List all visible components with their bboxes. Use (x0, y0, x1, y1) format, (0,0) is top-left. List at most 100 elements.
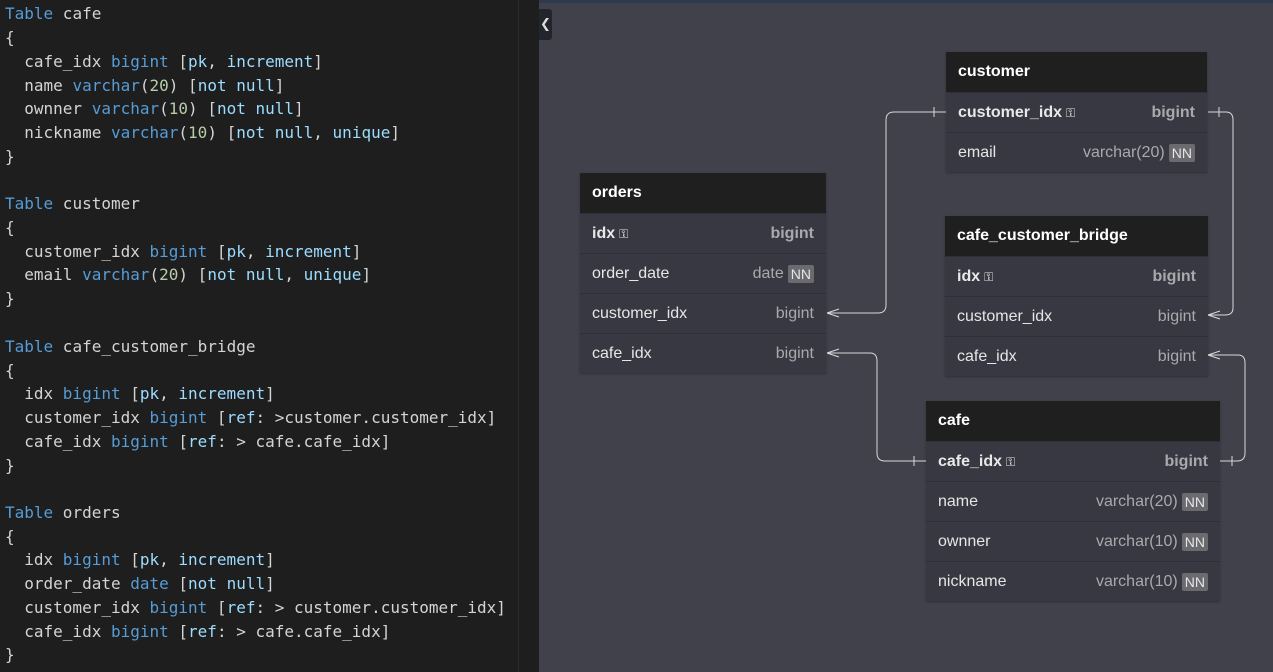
code-token: pk (139, 550, 160, 569)
code-token: , (159, 384, 179, 403)
table-field-row[interactable]: cafe_idx ⚿ bigint (926, 441, 1220, 481)
collapse-editor-button[interactable]: ❮ (539, 9, 552, 40)
field-name-text: email (958, 143, 997, 161)
field-type: bigint (770, 224, 814, 242)
code-token: { (5, 218, 15, 237)
table-header[interactable]: cafe (926, 401, 1220, 441)
code-token: ( (178, 123, 189, 142)
code-token: Table (5, 337, 54, 356)
code-token: not null (197, 76, 275, 95)
code-line[interactable]: customer_idx bigint [ref: > customer.cus… (5, 598, 506, 618)
field-type: date (752, 264, 784, 282)
field-name: customer_idx ⚿ (958, 104, 1151, 122)
field-type: varchar(20) (1082, 143, 1165, 161)
not-null-badge: NN (1181, 532, 1208, 551)
table-field-row[interactable]: idx ⚿ bigint (580, 213, 826, 253)
code-token: bigint (110, 432, 169, 451)
table-header[interactable]: customer (946, 52, 1207, 92)
code-line[interactable]: Table cafe (5, 4, 101, 24)
code-token: not null (216, 99, 295, 118)
code-token: pk (188, 52, 208, 71)
code-line[interactable]: order_date date [not null] (5, 574, 274, 594)
field-name: customer_idx (592, 305, 776, 323)
code-token: ( (139, 76, 150, 95)
code-token: bigint (62, 550, 121, 569)
code-line[interactable]: } (5, 147, 15, 167)
code-line[interactable]: cafe_idx bigint [pk, increment] (5, 52, 323, 72)
code-token: ] (313, 52, 323, 71)
code-token: , (284, 265, 304, 284)
code-token: : > cafe.cafe_idx] (216, 622, 391, 641)
code-line[interactable]: Table customer (5, 194, 140, 214)
code-token: [ (168, 432, 189, 451)
field-type: varchar(10) (1095, 572, 1178, 590)
code-token: { (5, 28, 15, 47)
code-line[interactable]: { (5, 361, 15, 381)
code-token: bigint (62, 384, 121, 403)
table-field-row[interactable]: customer_idx ⚿ bigint (946, 92, 1207, 132)
field-name-text: idx (957, 267, 981, 285)
table-cafe[interactable]: cafe cafe_idx ⚿ bigint name varchar(20) NN ownn… (926, 401, 1220, 601)
code-line[interactable]: nickname varchar(10) [not null, unique] (5, 123, 400, 143)
code-token: ref (188, 432, 217, 451)
table-field-row[interactable]: nickname varchar(10) NN (926, 561, 1220, 601)
code-line[interactable]: } (5, 456, 15, 476)
code-token: 20 (159, 265, 179, 284)
code-editor[interactable]: Table cafe { cafe_idx bigint [pk, increme… (0, 0, 518, 672)
field-type: bigint (775, 304, 814, 322)
code-line[interactable]: } (5, 289, 15, 309)
code-token: ref (226, 598, 256, 617)
field-type: bigint (1157, 347, 1196, 365)
code-line[interactable]: Table orders (5, 503, 121, 523)
code-line[interactable]: ownner varchar(10) [not null] (5, 99, 303, 119)
code-token: ] (390, 123, 400, 142)
table-orders[interactable]: orders idx ⚿ bigint order_date date NN customer… (580, 173, 826, 373)
code-token: [ (168, 52, 189, 71)
code-line[interactable]: customer_idx bigint [ref: >customer.cust… (5, 408, 496, 428)
not-null-badge: NN (1181, 572, 1208, 591)
code-token: idx (5, 550, 63, 569)
code-line[interactable]: idx bigint [pk, increment] (5, 384, 275, 404)
code-line[interactable]: customer_idx bigint [pk, increment] (5, 242, 361, 262)
table-cafe-customer-bridge[interactable]: cafe_customer_bridge idx ⚿ bigint customer_i… (945, 216, 1208, 376)
table-field-row[interactable]: cafe_idx bigint (580, 333, 826, 373)
field-name: email (958, 144, 1083, 162)
table-header[interactable]: orders (580, 173, 826, 213)
code-token: [ (207, 242, 227, 261)
code-line[interactable]: Table cafe_customer_bridge (5, 337, 255, 357)
table-field-row[interactable]: ownner varchar(10) NN (926, 521, 1220, 561)
code-line[interactable]: cafe_idx bigint [ref: > cafe.cafe_idx] (5, 622, 390, 642)
code-token: ] (265, 384, 275, 403)
code-line[interactable]: { (5, 527, 15, 547)
table-field-row[interactable]: cafe_idx bigint (945, 336, 1208, 376)
field-name: cafe_idx (957, 348, 1158, 366)
field-name: customer_idx (957, 308, 1158, 326)
code-token: cafe (53, 4, 102, 23)
code-line[interactable]: { (5, 218, 15, 238)
not-null-badge: NN (1181, 492, 1208, 511)
table-field-row[interactable]: customer_idx bigint (580, 293, 826, 333)
field-type: bigint (1157, 307, 1196, 325)
table-field-row[interactable]: email varchar(20) NN (946, 132, 1207, 172)
code-line[interactable]: email varchar(20) [not null, unique] (5, 265, 371, 285)
table-field-row[interactable]: idx ⚿ bigint (945, 256, 1208, 296)
code-line[interactable]: { (5, 28, 15, 48)
table-header[interactable]: cafe_customer_bridge (945, 216, 1208, 256)
table-field-row[interactable]: order_date date NN (580, 253, 826, 293)
code-line[interactable]: idx bigint [pk, increment] (5, 550, 274, 570)
code-token: ) [ (168, 76, 198, 95)
table-field-row[interactable]: name varchar(20) NN (926, 481, 1220, 521)
table-customer[interactable]: customer customer_idx ⚿ bigintemail varchar(… (946, 52, 1207, 172)
code-line[interactable]: name varchar(20) [not null] (5, 76, 284, 96)
table-field-row[interactable]: customer_idx bigint (945, 296, 1208, 336)
code-token: unique (303, 265, 362, 284)
code-token: order_date (5, 574, 131, 593)
field-name-text: ownner (938, 532, 991, 550)
field-name-text: cafe_idx (938, 452, 1003, 470)
code-token: customer_idx (5, 242, 150, 261)
code-token: , (159, 550, 179, 569)
code-line[interactable]: } (5, 645, 15, 665)
code-line[interactable]: cafe_idx bigint [ref: > cafe.cafe_idx] (5, 432, 390, 452)
field-name: idx ⚿ (592, 225, 770, 243)
code-token: varchar (72, 76, 140, 95)
